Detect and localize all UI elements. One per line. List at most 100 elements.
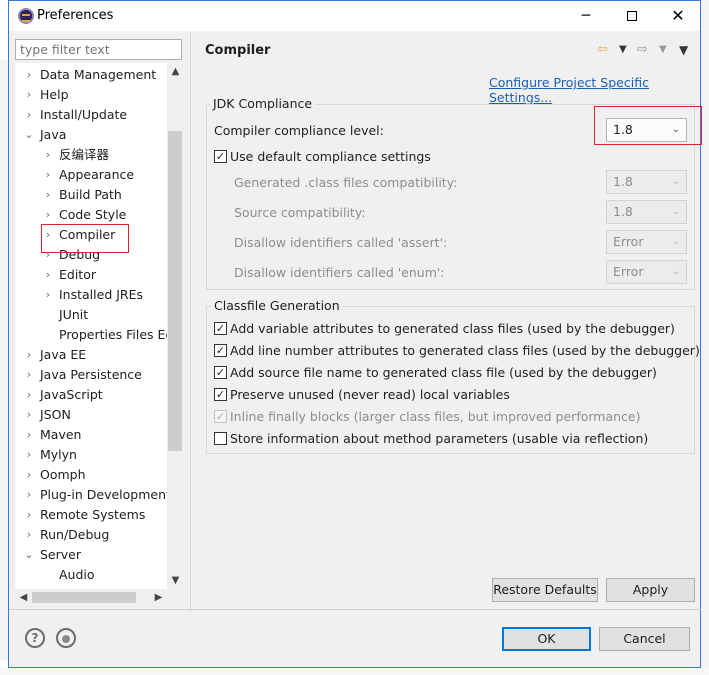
back-menu-icon[interactable]: ▼ (619, 41, 627, 59)
classfile-option-label: Preserve unused (never read) local varia… (230, 387, 510, 402)
tree-item[interactable]: › Appearance (15, 165, 173, 185)
tree-item[interactable]: › Data Management (15, 65, 173, 85)
classfile-option-checkbox[interactable]: ✓ (214, 366, 227, 379)
tree-item[interactable]: › Oomph (15, 465, 173, 485)
expanded-chevron-icon[interactable]: ⌄ (23, 545, 35, 565)
collapsed-chevron-icon[interactable]: › (42, 265, 54, 285)
preferences-tree[interactable]: › Data Management › Help › Install/Update ⌄ Jav… (15, 63, 173, 589)
classfile-option-checkbox[interactable]: ✓ (214, 388, 227, 401)
maximize-icon (627, 11, 637, 21)
vertical-scroll-thumb[interactable] (168, 131, 182, 451)
window-title: Preferences (37, 8, 114, 23)
back-arrow-icon[interactable]: ⇦ (597, 41, 608, 59)
collapsed-chevron-icon[interactable]: › (23, 385, 35, 405)
tree-item[interactable]: › JSON (15, 405, 173, 425)
ok-button[interactable]: OK (502, 627, 591, 651)
tree-item[interactable]: › Maven (15, 425, 173, 445)
collapsed-chevron-icon[interactable]: › (23, 445, 35, 465)
collapsed-chevron-icon[interactable]: › (23, 405, 35, 425)
tree-item[interactable]: › Install/Update (15, 105, 173, 125)
forward-arrow-icon[interactable]: ⇨ (637, 41, 648, 59)
apply-button[interactable]: Apply (606, 578, 695, 602)
collapsed-chevron-icon[interactable]: › (23, 485, 35, 505)
tree-item-label: Java (40, 127, 67, 142)
tree-item-label: Properties Files Ed (59, 327, 173, 342)
import-export-dot (62, 634, 70, 643)
tree-horizontal-scrollbar[interactable]: ◀ ▶ (15, 589, 167, 606)
view-menu-icon[interactable]: ▼ (679, 41, 688, 59)
tree-item[interactable]: › Run/Debug (15, 525, 173, 545)
generated-class-compat-label: Generated .class files compatibility: (234, 175, 458, 190)
collapsed-chevron-icon[interactable]: › (23, 345, 35, 365)
configure-project-settings-link[interactable]: Configure Project Specific Settings... (489, 75, 700, 105)
tree-item[interactable]: › Remote Systems (15, 505, 173, 525)
tree-item[interactable]: › Code Style (15, 205, 173, 225)
classfile-option-checkbox[interactable]: ✓ (214, 322, 227, 335)
help-icon[interactable]: ? (25, 628, 45, 648)
source-compat-value: 1.8 (613, 204, 633, 219)
tree-item[interactable]: ⌄ Server (15, 545, 173, 565)
collapsed-chevron-icon[interactable]: › (23, 365, 35, 385)
tree-item[interactable]: › Editor (15, 265, 173, 285)
tree-item[interactable]: Properties Files Ed (15, 325, 173, 345)
minimize-button[interactable]: ─ (563, 1, 609, 31)
collapsed-chevron-icon[interactable]: › (23, 105, 35, 125)
tree-item[interactable]: › Build Path (15, 185, 173, 205)
tree-item[interactable]: › Plug-in Development (15, 485, 173, 505)
jdk-compliance-legend: JDK Compliance (210, 96, 316, 111)
restore-defaults-button[interactable]: Restore Defaults (492, 578, 598, 602)
collapsed-chevron-icon[interactable]: › (42, 205, 54, 225)
use-default-compliance-checkbox[interactable]: ✓ (214, 150, 227, 163)
collapsed-chevron-icon[interactable]: › (42, 145, 54, 165)
disallow-enum-select[interactable]: Error ⌄ (606, 260, 687, 284)
tree-item[interactable]: ⌄ Java (15, 125, 173, 145)
tree-item-label: Help (40, 87, 69, 102)
chevron-down-icon: ⌄ (671, 236, 680, 247)
tree-item[interactable]: › 反编译器 (15, 145, 173, 165)
horizontal-scroll-thumb[interactable] (32, 592, 136, 603)
tree-item[interactable]: › Java EE (15, 345, 173, 365)
tree-item[interactable]: › JavaScript (15, 385, 173, 405)
tree-item[interactable]: JUnit (15, 305, 173, 325)
import-export-icon[interactable] (56, 628, 76, 648)
tree-vertical-scrollbar[interactable]: ▲ ▼ (167, 63, 184, 589)
tree-item-label: Plug-in Development (40, 487, 171, 502)
disallow-assert-label: Disallow identifiers called 'assert': (234, 235, 448, 250)
collapsed-chevron-icon[interactable]: › (23, 85, 35, 105)
classfile-option-label: Add variable attributes to generated cla… (230, 321, 675, 336)
background-editor-right (701, 0, 709, 675)
collapsed-chevron-icon[interactable]: › (23, 425, 35, 445)
close-button[interactable]: ✕ (655, 1, 701, 31)
collapsed-chevron-icon[interactable]: › (23, 505, 35, 525)
pane-divider[interactable] (190, 33, 191, 611)
scroll-up-icon[interactable]: ▲ (167, 63, 184, 80)
collapsed-chevron-icon[interactable]: › (42, 185, 54, 205)
source-compat-select[interactable]: 1.8 ⌄ (606, 200, 687, 224)
tree-item[interactable]: Audio (15, 565, 173, 585)
tree-item[interactable]: › Installed JREs (15, 285, 173, 305)
scroll-right-icon[interactable]: ▶ (150, 589, 167, 606)
forward-menu-icon[interactable]: ▼ (659, 41, 667, 59)
collapsed-chevron-icon[interactable]: › (23, 525, 35, 545)
scroll-left-icon[interactable]: ◀ (15, 589, 32, 606)
tree-item[interactable]: › Mylyn (15, 445, 173, 465)
maximize-button[interactable] (609, 1, 655, 31)
tree-item-label: Remote Systems (40, 507, 146, 522)
tree-item[interactable]: › Java Persistence (15, 365, 173, 385)
filter-input[interactable] (15, 39, 182, 60)
collapsed-chevron-icon[interactable]: › (42, 285, 54, 305)
collapsed-chevron-icon[interactable]: › (23, 65, 35, 85)
classfile-option-checkbox[interactable]: ✓ (214, 410, 227, 423)
cancel-button[interactable]: Cancel (599, 627, 690, 651)
disallow-assert-select[interactable]: Error ⌄ (606, 230, 687, 254)
generated-class-compat-select[interactable]: 1.8 ⌄ (606, 170, 687, 194)
classfile-option-checkbox[interactable]: ✓ (214, 344, 227, 357)
scroll-down-icon[interactable]: ▼ (167, 572, 184, 589)
collapsed-chevron-icon[interactable]: › (23, 465, 35, 485)
classfile-option-checkbox[interactable] (214, 432, 227, 445)
tree-item-label: Audio (59, 567, 95, 582)
disallow-assert-value: Error (613, 234, 644, 249)
expanded-chevron-icon[interactable]: ⌄ (23, 125, 35, 145)
collapsed-chevron-icon[interactable]: › (42, 165, 54, 185)
tree-item[interactable]: › Help (15, 85, 173, 105)
